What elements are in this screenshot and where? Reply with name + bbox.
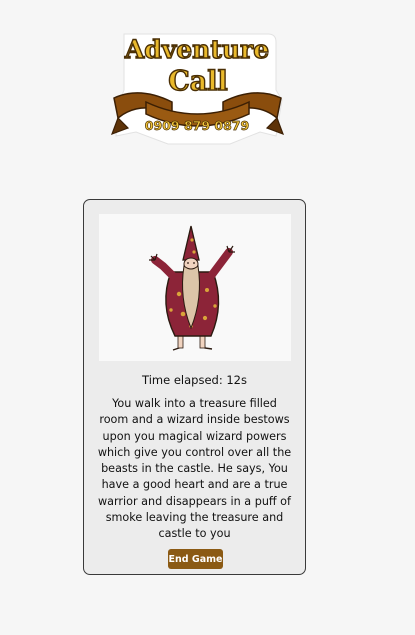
logo-subtitle: Call [168,66,228,97]
game-card: Time elapsed: 12s You walk into a treasu… [83,199,306,575]
adventure-call-logo: Adventure Call 0909 879 0879 [110,28,285,150]
logo-graphic: Adventure Call 0909 879 0879 [110,33,285,145]
logo-title: Adventure [124,35,269,64]
wizard-icon [149,225,235,351]
scene-illustration [99,214,291,361]
end-game-button[interactable]: End Game [168,549,223,569]
logo-phone: 0909 879 0879 [145,118,249,133]
story-text: You walk into a treasure filled room and… [97,397,292,541]
time-elapsed: Time elapsed: 12s [142,373,247,387]
